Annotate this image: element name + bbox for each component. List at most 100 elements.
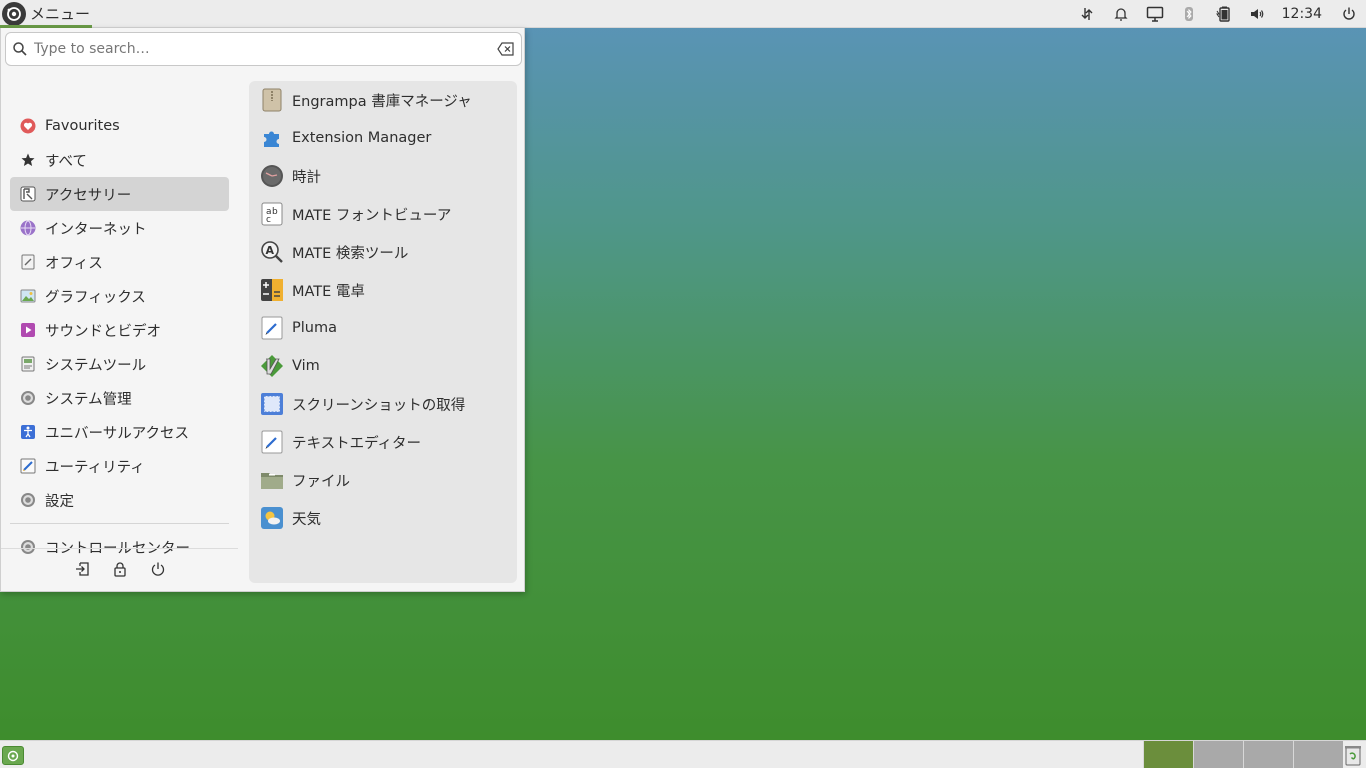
admin-icon — [19, 389, 37, 407]
category-sound-video[interactable]: サウンドとビデオ — [10, 313, 229, 347]
category-accessories[interactable]: アクセサリー — [10, 177, 229, 211]
menu-label: メニュー — [30, 5, 91, 23]
category-office[interactable]: オフィス — [10, 245, 229, 279]
search-box[interactable] — [5, 32, 522, 66]
category-system-admin[interactable]: システム管理 — [10, 381, 229, 415]
category-settings[interactable]: 設定 — [10, 483, 229, 517]
app-font-viewer[interactable]: abc MATE フォントビューア — [249, 195, 517, 233]
system-tray: 12:34 — [1070, 0, 1366, 28]
display-icon[interactable] — [1138, 0, 1172, 28]
system-tools-icon — [19, 355, 37, 373]
workspace-2[interactable] — [1193, 741, 1243, 768]
weather-icon — [260, 506, 284, 530]
extension-icon — [260, 126, 284, 150]
app-label: MATE 電卓 — [292, 283, 365, 300]
app-label: MATE 検索ツール — [292, 245, 409, 262]
battery-icon[interactable] — [1206, 0, 1240, 28]
shutdown-icon — [150, 561, 166, 581]
category-label: Favourites — [45, 118, 120, 134]
folder-icon — [260, 468, 284, 492]
app-label: Engrampa 書庫マネージャ — [292, 93, 472, 110]
clear-search-icon[interactable] — [491, 42, 521, 56]
clock[interactable]: 12:34 — [1274, 6, 1332, 22]
vim-icon — [260, 354, 284, 378]
bluetooth-icon[interactable] — [1172, 0, 1206, 28]
multimedia-icon — [19, 321, 37, 339]
category-divider — [10, 523, 229, 524]
calculator-icon — [260, 278, 284, 302]
settings-icon — [19, 491, 37, 509]
trash-button[interactable] — [1342, 743, 1364, 767]
app-calculator[interactable]: MATE 電卓 — [249, 271, 517, 309]
category-label: すべて — [45, 153, 87, 170]
app-weather[interactable]: 天気 — [249, 499, 517, 537]
accessibility-icon — [19, 423, 37, 441]
app-text-editor[interactable]: テキストエディター — [249, 423, 517, 461]
app-label: 天気 — [292, 511, 321, 528]
category-label: オフィス — [45, 255, 103, 272]
bottom-panel — [0, 740, 1366, 768]
clock-icon — [260, 164, 284, 188]
category-label: システムツール — [45, 357, 147, 374]
app-extension-manager[interactable]: Extension Manager — [249, 119, 517, 157]
app-label: テキストエディター — [292, 435, 422, 452]
lock-icon — [112, 561, 128, 581]
logout-button[interactable] — [63, 556, 101, 586]
font-viewer-icon: abc — [260, 202, 284, 226]
category-list: Favourites すべて アクセサリー インターネット オフィス グラフィッ… — [10, 109, 229, 564]
workspace-3[interactable] — [1243, 741, 1293, 768]
category-label: システム管理 — [45, 391, 132, 408]
app-label: Vim — [292, 358, 320, 374]
category-label: ユーティリティ — [45, 459, 145, 476]
svg-text:b: b — [272, 207, 278, 217]
star-icon — [19, 151, 37, 169]
menu-button[interactable]: メニュー — [0, 0, 92, 28]
accessories-icon — [19, 185, 37, 203]
archive-manager-icon — [260, 88, 284, 112]
workspace-1[interactable] — [1143, 741, 1193, 768]
category-all[interactable]: すべて — [10, 143, 229, 177]
category-favourites[interactable]: Favourites — [10, 109, 229, 143]
app-engrampa[interactable]: Engrampa 書庫マネージャ — [249, 81, 517, 119]
application-menu: Favourites すべて アクセサリー インターネット オフィス グラフィッ… — [0, 28, 525, 592]
app-label: ファイル — [292, 473, 350, 490]
category-label: アクセサリー — [45, 187, 132, 204]
category-utilities[interactable]: ユーティリティ — [10, 449, 229, 483]
category-system-tools[interactable]: システムツール — [10, 347, 229, 381]
session-bar — [1, 548, 238, 592]
app-pluma[interactable]: Pluma — [249, 309, 517, 347]
search-input[interactable] — [34, 34, 491, 64]
category-label: 設定 — [45, 493, 74, 510]
graphics-icon — [19, 287, 37, 305]
network-transfer-icon[interactable] — [1070, 0, 1104, 28]
category-internet[interactable]: インターネット — [10, 211, 229, 245]
globe-icon — [19, 219, 37, 237]
app-screenshot[interactable]: スクリーンショットの取得 — [249, 385, 517, 423]
shutdown-button[interactable] — [139, 556, 177, 586]
app-label: 時計 — [292, 169, 321, 186]
app-files[interactable]: ファイル — [249, 461, 517, 499]
power-icon[interactable] — [1332, 0, 1366, 28]
app-label: Pluma — [292, 320, 337, 336]
category-universal-access[interactable]: ユニバーサルアクセス — [10, 415, 229, 449]
volume-icon[interactable] — [1240, 0, 1274, 28]
app-label: スクリーンショットの取得 — [292, 397, 466, 414]
text-editor-icon — [260, 430, 284, 454]
lock-button[interactable] — [101, 556, 139, 586]
app-vim[interactable]: Vim — [249, 347, 517, 385]
heart-icon — [19, 117, 37, 135]
logout-icon — [74, 561, 90, 581]
office-icon — [19, 253, 37, 271]
category-label: インターネット — [45, 221, 147, 238]
screenshot-icon — [260, 392, 284, 416]
show-desktop-button[interactable] — [2, 746, 24, 765]
bell-icon[interactable] — [1104, 0, 1138, 28]
category-graphics[interactable]: グラフィックス — [10, 279, 229, 313]
svg-text:c: c — [266, 215, 271, 225]
text-editor-icon — [260, 316, 284, 340]
category-label: グラフィックス — [45, 289, 146, 306]
app-search-tool[interactable]: A MATE 検索ツール — [249, 233, 517, 271]
workspace-4[interactable] — [1293, 741, 1343, 768]
app-clock[interactable]: 時計 — [249, 157, 517, 195]
top-panel: メニュー 12:34 — [0, 0, 1366, 28]
